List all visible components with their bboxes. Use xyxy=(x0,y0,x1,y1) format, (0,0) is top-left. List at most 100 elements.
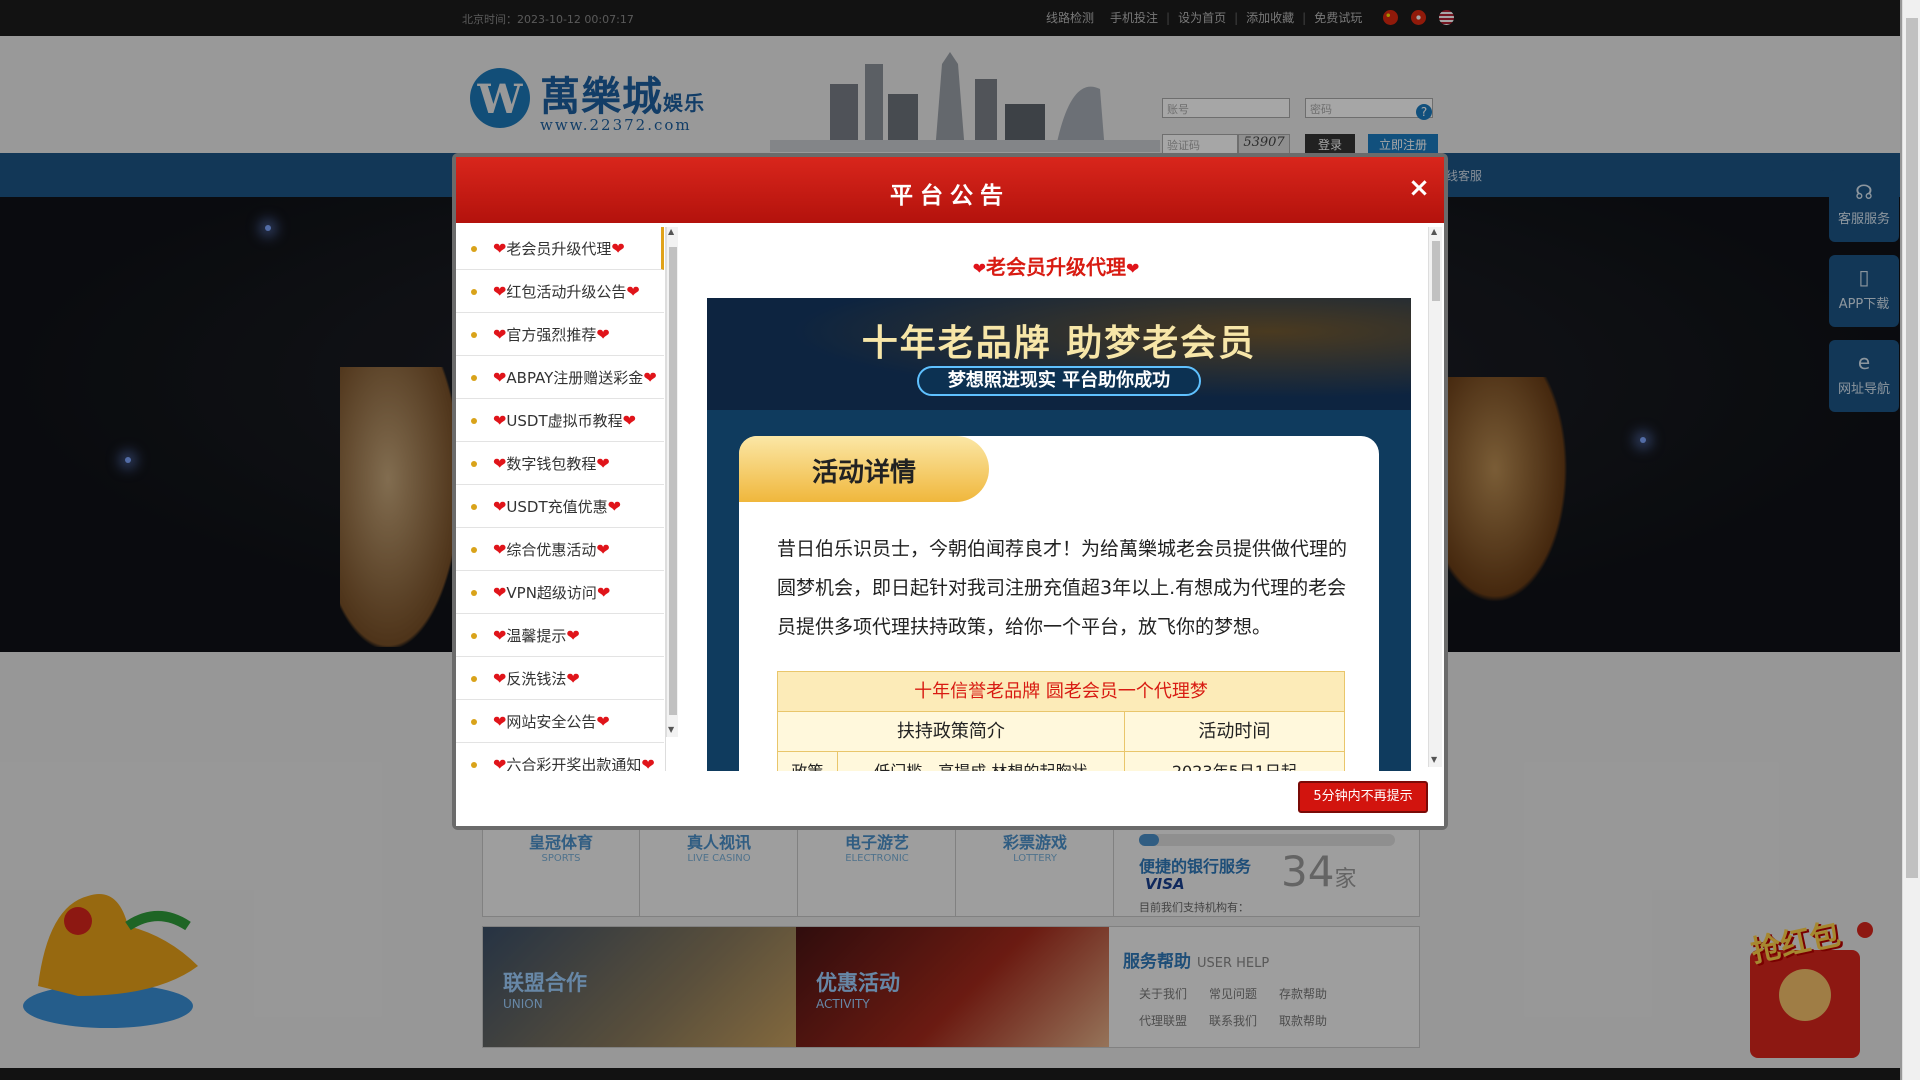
announcement-item[interactable]: ❤综合优惠活动❤ xyxy=(456,528,664,571)
promo-poster: 十年老品牌 助梦老会员 梦想照进现实 平台助你成功 活动详情 昔日伯乐识员士，今… xyxy=(707,298,1411,771)
bullet-icon xyxy=(471,418,477,424)
announcement-item[interactable]: ❤网站安全公告❤ xyxy=(456,700,664,743)
heart-icon: ❤ xyxy=(493,239,507,258)
bullet-icon xyxy=(471,504,477,510)
bullet-icon xyxy=(471,719,477,725)
table-cell: 政策 xyxy=(778,752,838,771)
announcement-item-label: ❤官方强烈推荐❤ xyxy=(493,325,610,344)
announcement-item-label: ❤六合彩开奖出款通知❤ xyxy=(493,754,655,771)
heart-icon: ❤ xyxy=(493,755,507,771)
announcement-item[interactable]: ❤USDT虚拟币教程❤ xyxy=(456,399,664,442)
announcement-item[interactable]: ❤老会员升级代理❤ xyxy=(456,227,664,270)
page-scrollbar[interactable] xyxy=(1902,0,1920,1080)
announcement-item[interactable]: ❤反洗钱法❤ xyxy=(456,657,664,700)
announcement-item[interactable]: ❤ABPAY注册赠送彩金❤ xyxy=(456,356,664,399)
heart-icon: ❤ xyxy=(596,540,610,559)
heart-icon: ❤ xyxy=(493,626,507,645)
heart-icon: ❤ xyxy=(493,282,507,301)
bullet-icon xyxy=(471,375,477,381)
announcement-item-label: ❤网站安全公告❤ xyxy=(493,712,610,731)
policy-table: 十年信誉老品牌 圆老会员一个代理梦 扶持政策简介 活动时间 政策 低门槛，高提成… xyxy=(777,671,1345,771)
announcement-item-label: ❤VPN超级访问❤ xyxy=(493,583,611,602)
announcement-item-label: ❤ABPAY注册赠送彩金❤ xyxy=(493,368,657,387)
poster-slogan: 梦想照进现实 平台助你成功 xyxy=(917,366,1201,396)
heart-icon: ❤ xyxy=(493,368,507,387)
poster-headline: 十年老品牌 助梦老会员 xyxy=(861,323,1257,364)
bullet-icon xyxy=(471,676,477,682)
announcement-item-label: ❤USDT充值优惠❤ xyxy=(493,497,622,516)
heart-icon: ❤ xyxy=(493,712,507,731)
heart-icon: ❤ xyxy=(596,325,610,344)
heart-icon: ❤ xyxy=(493,583,507,602)
announcement-item[interactable]: ❤六合彩开奖出款通知❤ xyxy=(456,743,664,771)
announcement-item-label: ❤数字钱包教程❤ xyxy=(493,454,610,473)
close-icon[interactable]: × xyxy=(1406,175,1432,201)
bullet-icon xyxy=(471,633,477,639)
announcement-item-label: ❤老会员升级代理❤ xyxy=(493,239,625,258)
modal-header: 平台公告 × xyxy=(456,157,1444,223)
announcement-item[interactable]: ❤官方强烈推荐❤ xyxy=(456,313,664,356)
heart-icon: ❤ xyxy=(641,755,655,771)
announcement-item[interactable]: ❤数字钱包教程❤ xyxy=(456,442,664,485)
list-scroll-thumb[interactable] xyxy=(669,247,677,715)
bullet-icon xyxy=(471,332,477,338)
heart-icon: ❤ xyxy=(493,540,507,559)
card-tab: 活动详情 xyxy=(739,436,989,502)
heart-icon: ❤ xyxy=(493,411,507,430)
content-title: ❤老会员升级代理❤ xyxy=(972,255,1140,279)
scroll-down-icon[interactable]: ▼ xyxy=(1431,755,1437,764)
heart-icon: ❤ xyxy=(596,583,611,602)
heart-icon: ❤ xyxy=(972,259,986,278)
announcement-item[interactable]: ❤VPN超级访问❤ xyxy=(456,571,664,614)
heart-icon: ❤ xyxy=(566,669,580,688)
announcement-item[interactable]: ❤红包活动升级公告❤ xyxy=(456,270,664,313)
heart-icon: ❤ xyxy=(493,325,507,344)
heart-icon: ❤ xyxy=(1126,259,1140,278)
heart-icon: ❤ xyxy=(493,669,507,688)
announcement-list: ❤老会员升级代理❤ ❤红包活动升级公告❤ ❤官方强烈推荐❤ ❤ABPAY注册赠送彩金❤… xyxy=(456,227,666,771)
heart-icon: ❤ xyxy=(596,712,610,731)
table-cell: 低门槛，高提成,林想的起胸状 xyxy=(838,752,1125,771)
bullet-icon xyxy=(471,590,477,596)
table-cell: 2023年5月1日起 xyxy=(1125,752,1344,771)
list-scrollbar[interactable]: ▲ ▼ xyxy=(666,227,678,737)
table-row: 政策 低门槛，高提成,林想的起胸状 2023年5月1日起 xyxy=(778,752,1344,771)
bullet-icon xyxy=(471,289,477,295)
bullet-icon xyxy=(471,547,477,553)
bullet-icon xyxy=(471,246,477,252)
announcement-content: ❤老会员升级代理❤ 十年老品牌 助梦老会员 梦想照进现实 平台助你成功 活动详情… xyxy=(686,227,1426,771)
bullet-icon xyxy=(471,461,477,467)
table-cell: 活动时间 xyxy=(1198,721,1271,742)
announcement-modal: 平台公告 × ❤老会员升级代理❤ ❤红包活动升级公告❤ ❤官方强烈推荐❤ ❤ABPAY… xyxy=(452,153,1448,830)
scroll-up-icon[interactable]: ▲ xyxy=(668,227,674,236)
modal-title: 平台公告 xyxy=(890,183,1010,209)
scroll-down-icon[interactable]: ▼ xyxy=(668,725,674,734)
announcement-item-label: ❤综合优惠活动❤ xyxy=(493,540,610,559)
poster-card: 活动详情 昔日伯乐识员士，今朝伯闻荐良才！为给萬樂城老会员提供做代理的圆梦机会，… xyxy=(739,436,1379,771)
announcement-item-label: ❤温馨提示❤ xyxy=(493,626,580,645)
modal-body: 平台公告 × ❤老会员升级代理❤ ❤红包活动升级公告❤ ❤官方强烈推荐❤ ❤ABPAY… xyxy=(456,157,1444,826)
card-text: 昔日伯乐识员士，今朝伯闻荐良才！为给萬樂城老会员提供做代理的圆梦机会，即日起针对… xyxy=(777,538,1348,638)
heart-icon: ❤ xyxy=(626,282,640,301)
content-scroll-thumb[interactable] xyxy=(1432,241,1440,301)
page-scroll-thumb[interactable] xyxy=(1906,18,1918,878)
content-scrollbar[interactable]: ▲ ▼ xyxy=(1428,227,1442,767)
dismiss-5min-button[interactable]: 5分钟内不再提示 xyxy=(1298,781,1428,813)
table-cell: 扶持政策简介 xyxy=(778,712,1125,751)
announcement-item-label: ❤红包活动升级公告❤ xyxy=(493,282,640,301)
announcement-item[interactable]: ❤USDT充值优惠❤ xyxy=(456,485,664,528)
heart-icon: ❤ xyxy=(493,454,507,473)
heart-icon: ❤ xyxy=(622,411,637,430)
table-row: 扶持政策简介 活动时间 xyxy=(778,712,1344,752)
heart-icon: ❤ xyxy=(611,239,625,258)
heart-icon: ❤ xyxy=(607,497,622,516)
bullet-icon xyxy=(471,762,477,768)
heart-icon: ❤ xyxy=(566,626,580,645)
announcement-item-label: ❤USDT虚拟币教程❤ xyxy=(493,411,637,430)
heart-icon: ❤ xyxy=(493,497,507,516)
announcement-item[interactable]: ❤温馨提示❤ xyxy=(456,614,664,657)
scroll-up-icon[interactable]: ▲ xyxy=(1431,227,1437,236)
table-header: 十年信誉老品牌 圆老会员一个代理梦 xyxy=(778,672,1344,712)
heart-icon: ❤ xyxy=(596,454,610,473)
announcement-item-label: ❤反洗钱法❤ xyxy=(493,669,580,688)
